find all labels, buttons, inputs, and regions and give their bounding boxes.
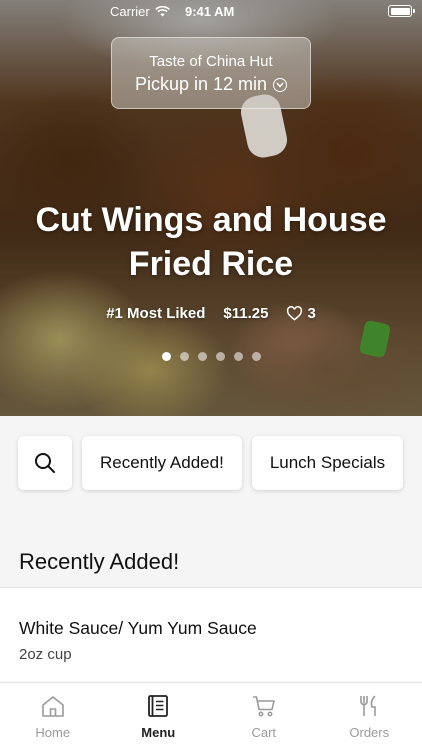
carrier-label: Carrier <box>110 4 150 19</box>
menu-item-name: White Sauce/ Yum Yum Sauce <box>19 618 257 638</box>
store-name: Taste of China Hut <box>149 53 273 70</box>
pickup-time-row: Pickup in 12 min <box>112 74 310 95</box>
menu-item-description: 2oz cup <box>19 646 72 663</box>
carousel-dot[interactable] <box>215 352 225 361</box>
heart-icon <box>287 306 303 321</box>
tab-home[interactable]: Home <box>0 683 106 750</box>
tab-bar: Home Menu Cart Orders <box>0 682 422 750</box>
tab-orders-label: Orders <box>349 725 390 740</box>
tab-orders[interactable]: Orders <box>317 683 422 750</box>
carousel-dot[interactable] <box>251 352 261 361</box>
featured-price: $11.25 <box>223 305 269 322</box>
tab-cart-label: Cart <box>251 725 277 740</box>
cart-icon <box>252 696 275 717</box>
battery-icon <box>388 5 415 17</box>
carousel-dot[interactable] <box>233 352 243 361</box>
carousel-dots[interactable] <box>0 352 422 361</box>
section-title: Recently Added! <box>19 549 180 574</box>
tab-cart[interactable]: Cart <box>211 683 317 750</box>
tab-home-label: Home <box>35 725 71 740</box>
menu-book-icon <box>148 695 169 717</box>
search-button[interactable] <box>18 436 72 490</box>
tab-menu[interactable]: Menu <box>106 683 212 750</box>
featured-item-title[interactable]: Cut Wings and House Fried Rice <box>10 198 412 286</box>
category-chips: Recently Added! Lunch Specials <box>18 436 404 490</box>
carousel-dot[interactable] <box>161 352 171 361</box>
pickup-time-label: Pickup in 12 min <box>134 74 268 94</box>
wifi-icon <box>154 6 170 17</box>
rank-badge: #1 Most Liked <box>106 305 206 322</box>
tab-menu-label: Menu <box>141 725 176 740</box>
clock: 9:41 AM <box>185 4 235 19</box>
search-icon <box>35 453 55 473</box>
home-icon <box>41 695 64 717</box>
fork-knife-icon <box>360 695 377 716</box>
category-chip-recently-added[interactable]: Recently Added! <box>82 436 242 490</box>
carousel-dot[interactable] <box>179 352 189 361</box>
chevron-down-icon <box>273 77 288 92</box>
carousel-dot[interactable] <box>197 352 207 361</box>
likes-count[interactable]: 3 <box>286 305 316 322</box>
status-bar: Carrier 9:41 AM <box>0 0 422 24</box>
likes-value: 3 <box>307 305 316 322</box>
category-chip-lunch-specials[interactable]: Lunch Specials <box>251 436 404 490</box>
menu-item[interactable]: White Sauce/ Yum Yum Sauce 2oz cup <box>0 587 422 687</box>
pickup-selector[interactable]: Taste of China Hut Pickup in 12 min <box>111 37 311 109</box>
carrier-indicator: Carrier <box>110 4 170 19</box>
featured-item-meta: #1 Most Liked $11.25 3 <box>0 305 422 322</box>
